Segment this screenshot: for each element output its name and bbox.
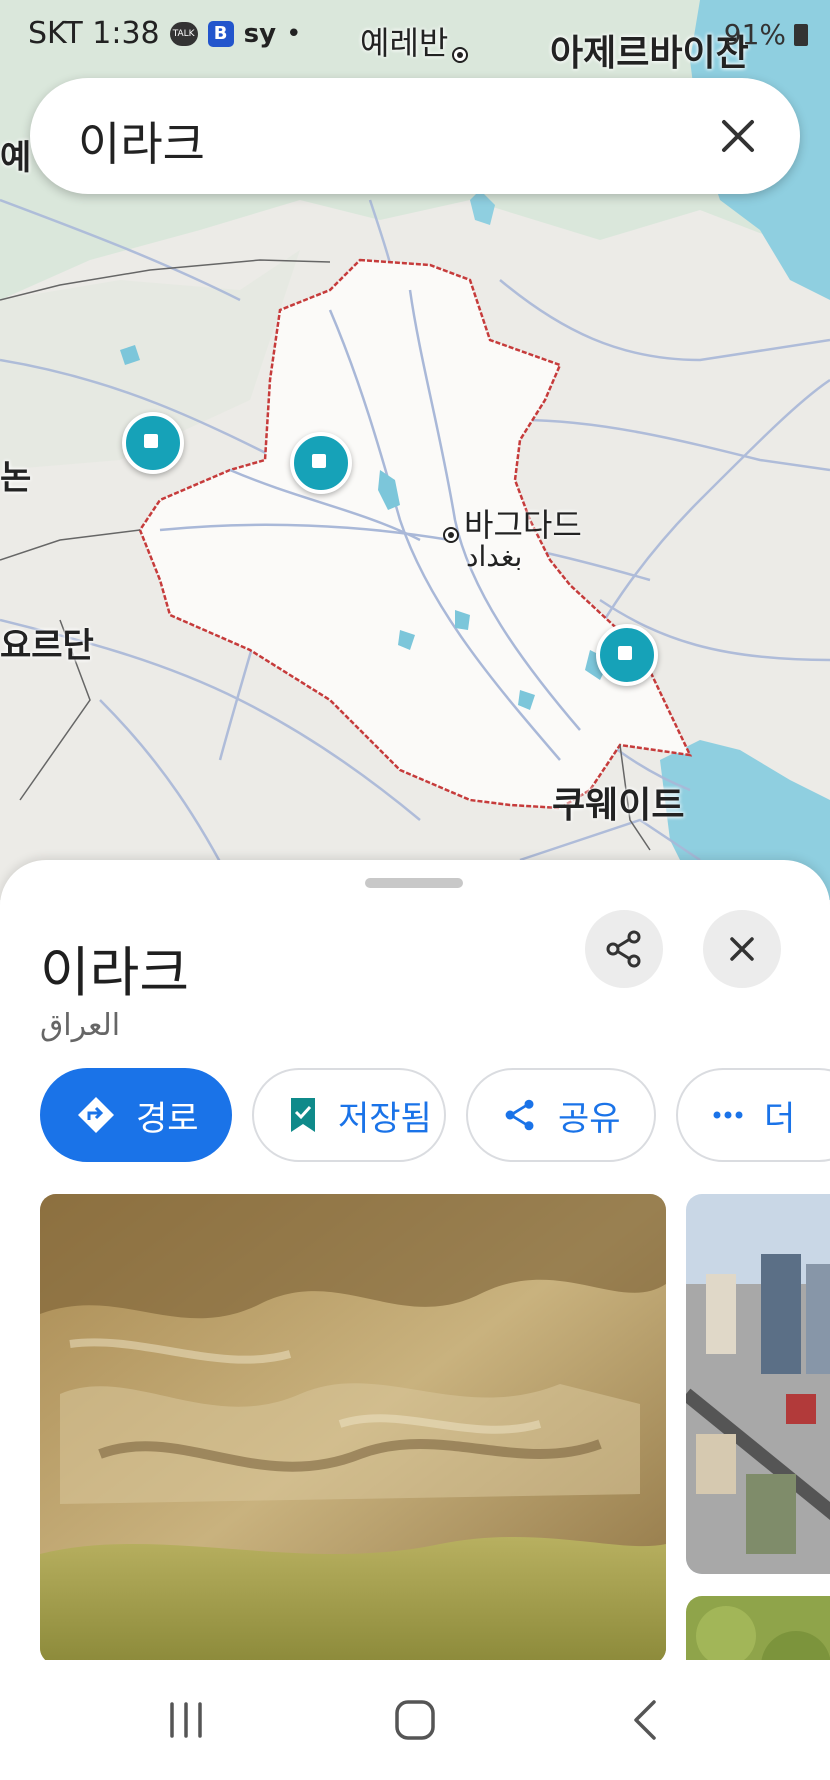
map-label-partial-non: 논: [0, 458, 32, 498]
share-chip-button[interactable]: 공유: [466, 1068, 656, 1162]
bookmark-icon: [291, 1098, 315, 1132]
map-pin[interactable]: [122, 412, 184, 474]
sy-label: sy: [243, 18, 277, 49]
map-label-baghdad-arabic: بغداد: [466, 540, 523, 573]
map-label-partial-ye: 예: [0, 138, 32, 178]
place-title: 이라크: [40, 941, 190, 1004]
drag-handle[interactable]: [365, 878, 463, 888]
directions-label: 경로: [136, 1098, 199, 1139]
b-app-icon: B: [207, 20, 234, 47]
battery-percent: 91%: [723, 18, 786, 51]
back-icon[interactable]: [626, 1696, 666, 1744]
share-button[interactable]: [585, 910, 663, 988]
directions-button[interactable]: 경로: [40, 1068, 232, 1162]
saved-label: 저장됨: [338, 1098, 432, 1139]
system-nav-bar: [0, 1660, 830, 1780]
map-label-jordan[interactable]: 요르단: [0, 618, 94, 667]
status-bar: SKT 1:38 TALK B sy • 91%: [0, 0, 830, 72]
close-icon: [730, 937, 754, 961]
place-subtitle: العراق: [40, 1008, 121, 1043]
close-sheet-button[interactable]: [703, 910, 781, 988]
map-label-kuwait[interactable]: 쿠웨이트: [552, 776, 684, 828]
directions-icon: [78, 1097, 114, 1133]
map-pin[interactable]: [290, 432, 352, 494]
share-label: 공유: [558, 1098, 621, 1139]
recents-icon[interactable]: [162, 1696, 210, 1744]
close-icon[interactable]: [712, 110, 764, 162]
share-icon: [606, 930, 641, 968]
notification-dot: •: [286, 18, 302, 49]
battery-icon: [794, 23, 808, 46]
home-icon[interactable]: [392, 1696, 438, 1744]
place-photo[interactable]: [40, 1194, 666, 1660]
carrier-time: SKT 1:38: [28, 16, 160, 51]
saved-button[interactable]: 저장됨: [252, 1068, 446, 1162]
share-icon: [505, 1099, 534, 1131]
more-label: 더: [764, 1098, 796, 1139]
place-photo[interactable]: [686, 1194, 830, 1574]
search-bar[interactable]: 이라크: [30, 78, 800, 194]
search-input[interactable]: 이라크: [78, 108, 205, 174]
map-pin[interactable]: [596, 624, 658, 686]
talk-badge-icon: TALK: [169, 21, 198, 46]
status-left: SKT 1:38 TALK B sy •: [28, 16, 301, 51]
more-button[interactable]: 더: [676, 1068, 830, 1162]
action-chips: 경로 저장됨 공유 더: [40, 1068, 830, 1164]
place-photo[interactable]: [686, 1596, 830, 1660]
place-sheet[interactable]: 이라크 العراق 경로 저장됨 공유 더: [0, 860, 830, 1660]
status-right: 91%: [724, 18, 808, 51]
more-icon: [713, 1111, 743, 1119]
